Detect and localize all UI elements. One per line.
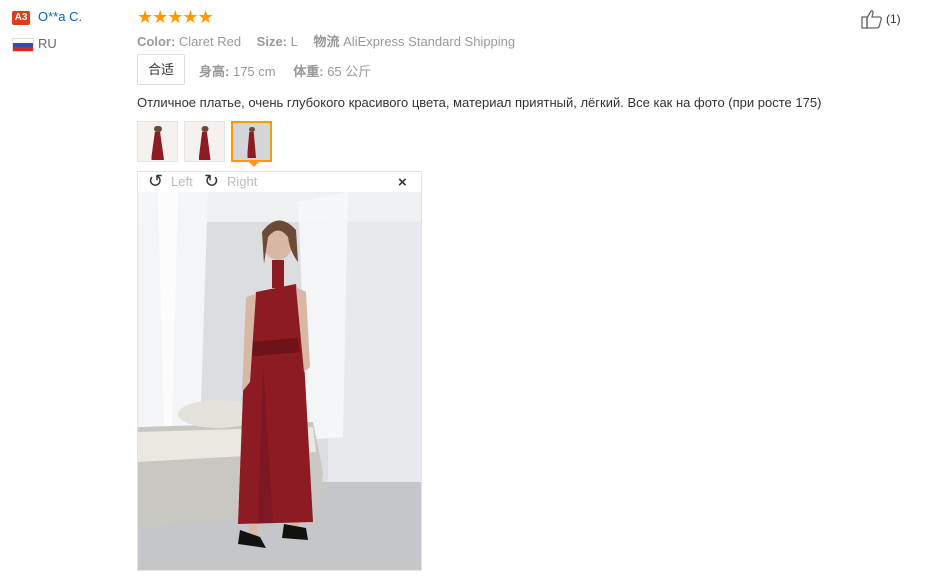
shipping-label: 物流 bbox=[313, 34, 340, 49]
buyer-level-badge: A3 bbox=[12, 11, 30, 25]
weight-value: 65 公斤 bbox=[327, 64, 372, 79]
height-value: 175 cm bbox=[232, 64, 276, 79]
reviewer-name[interactable]: O**a C. bbox=[38, 9, 82, 24]
review-photo-image bbox=[138, 192, 421, 570]
close-icon[interactable]: × bbox=[398, 174, 407, 191]
height-label: 身高: bbox=[199, 64, 230, 79]
review-photo-thumbnail[interactable] bbox=[137, 121, 178, 162]
like-count: (1) bbox=[886, 12, 901, 26]
order-attributes: Color: Claret Red Size: L 物流 AliExpress … bbox=[137, 31, 527, 50]
reviewer-country: RU bbox=[38, 36, 57, 51]
thumbs-up-icon[interactable] bbox=[861, 9, 883, 29]
size-label: Size: bbox=[256, 34, 288, 49]
rotate-right-icon[interactable]: ↻ bbox=[204, 172, 219, 190]
rating-stars: ★★★★★ bbox=[137, 7, 214, 27]
review-photo-large bbox=[138, 192, 421, 570]
weight-label: 体重: bbox=[293, 64, 324, 79]
rotate-left-icon[interactable]: ↺ bbox=[148, 172, 163, 190]
body-measurements: 身高: 175 cm 体重: 65 公斤 bbox=[199, 61, 385, 80]
review-photo-thumbnail[interactable] bbox=[184, 121, 225, 162]
color-label: Color: bbox=[137, 34, 176, 49]
size-value: L bbox=[290, 34, 298, 49]
rotate-left-label[interactable]: Left bbox=[171, 174, 193, 189]
review-text: Отличное платье, очень глубокого красиво… bbox=[137, 95, 822, 110]
review-photo-thumbnail-active[interactable] bbox=[231, 121, 272, 162]
fit-tag: 合适 bbox=[137, 54, 185, 85]
active-thumbnail-pointer bbox=[248, 161, 260, 167]
rotate-right-label[interactable]: Right bbox=[227, 174, 257, 189]
country-flag-icon bbox=[12, 38, 34, 52]
color-value: Claret Red bbox=[178, 34, 242, 49]
shipping-value: AliExpress Standard Shipping bbox=[343, 34, 516, 49]
